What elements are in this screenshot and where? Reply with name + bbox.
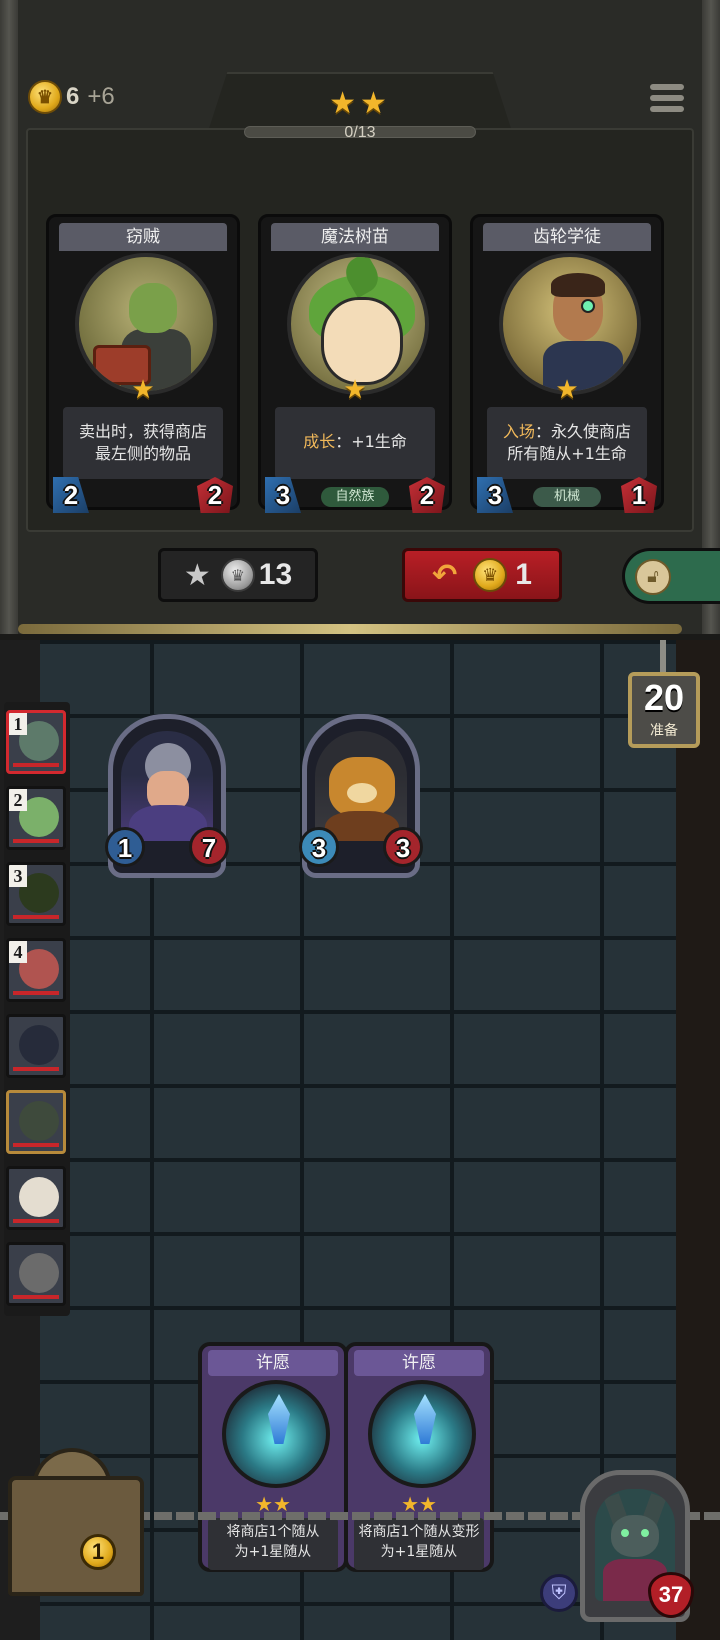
shop-card-magic-sapling[interactable]: 魔法树苗 ★ 成长：+1生命 自然族 3 2: [258, 214, 452, 513]
opponent-8[interactable]: [6, 1242, 66, 1306]
opponent-5[interactable]: [6, 1014, 66, 1078]
health-value: 3: [383, 827, 423, 867]
refresh-icon: ↶: [432, 557, 458, 593]
keyword-growth: 成长: [303, 432, 336, 451]
attack-value: 1: [105, 827, 145, 867]
shield-icon[interactable]: ⛨: [540, 1574, 578, 1612]
treasure-chest-button[interactable]: [8, 1476, 144, 1596]
attack-value: 3: [265, 477, 301, 513]
sapling-portrait: [287, 253, 429, 395]
attack-value: 3: [299, 827, 339, 867]
keyword-battlecry: 入场: [502, 422, 535, 441]
board-minion-1[interactable]: 1 7: [105, 714, 229, 878]
opponent-2[interactable]: 2: [6, 786, 66, 850]
lock-icon: 🔓︎: [635, 559, 671, 595]
opponent-3[interactable]: 3: [6, 862, 66, 926]
opponent-portrait: [19, 1025, 59, 1065]
wish-crystal-art: [368, 1380, 476, 1488]
card-description: 卖出时，获得商店 最左侧的物品: [63, 407, 223, 479]
upgrade-cost: 13: [258, 558, 293, 591]
opponent-rank: 3: [9, 865, 27, 887]
turn-timer: 20 准备: [628, 672, 700, 748]
opponent-6[interactable]: [6, 1090, 66, 1154]
opponent-portrait: [19, 1101, 59, 1141]
tavern-tier-stars: ★★: [329, 86, 391, 121]
attack-value: 2: [53, 477, 89, 513]
refresh-cost: 1: [515, 558, 532, 591]
gold-coin-icon: ♛: [473, 558, 508, 592]
menu-icon[interactable]: [650, 84, 684, 116]
upgrade-tier-button[interactable]: ★ ♛ 13: [158, 548, 318, 602]
tribe-tag: 机械: [533, 487, 601, 507]
opponent-rank: 4: [9, 941, 27, 963]
shop-card-gear-apprentice[interactable]: 齿轮学徒 ★ 入场：永久使商店 所有随从+1生命 机械 3 1: [470, 214, 664, 513]
star-upgrade-icon: ★: [183, 557, 211, 593]
star-icon: ★: [343, 375, 367, 405]
card-description: 成长：+1生命: [275, 407, 435, 479]
tribe-tag: 自然族: [321, 487, 389, 507]
hand-card-wish-1[interactable]: 许愿 ★★ 将商店1个随从 为+1星随从: [198, 1342, 348, 1572]
opponent-portrait: [19, 1177, 59, 1217]
health-value: 2: [197, 477, 233, 513]
board-minion-2[interactable]: 3 3: [299, 714, 423, 878]
gold-divider: [18, 624, 682, 634]
timer-label: 准备: [650, 723, 678, 739]
thief-portrait: [75, 253, 217, 395]
opponent-rank: 2: [9, 789, 27, 811]
card-name: 窃贼: [59, 223, 227, 251]
timer-value: 20: [643, 677, 685, 718]
opponent-1[interactable]: 1: [6, 710, 66, 774]
attack-value: 3: [477, 477, 513, 513]
health-value: 2: [409, 477, 445, 513]
gear-apprentice-portrait: [499, 253, 641, 395]
star-icon: ★: [555, 375, 579, 405]
wish-crystal-art: [222, 1380, 330, 1488]
card-name: 许愿: [208, 1350, 338, 1376]
shop-card-thief[interactable]: 窃贼 ★ 卖出时，获得商店 最左侧的物品 2 2: [46, 214, 240, 513]
health-value: 7: [189, 827, 229, 867]
freeze-shop-button[interactable]: 🔓︎: [622, 548, 720, 604]
card-description: 入场：永久使商店 所有随从+1生命: [487, 407, 647, 479]
silver-coin-icon: ♛: [220, 558, 255, 592]
card-name: 魔法树苗: [271, 223, 439, 251]
refresh-button[interactable]: ↶ ♛ 1: [402, 548, 562, 602]
goggle-icon: [581, 299, 595, 313]
chest-coin-count: 1: [80, 1534, 116, 1570]
opponent-7[interactable]: [6, 1166, 66, 1230]
opponent-rank: 1: [9, 713, 27, 735]
timer-chain: [660, 640, 666, 674]
card-name: 齿轮学徒: [483, 223, 651, 251]
hand-card-wish-2[interactable]: 许愿 ★★ 将商店1个随从变形 为+1星随从: [344, 1342, 494, 1572]
tier-progress-text: 0/13: [344, 124, 376, 141]
health-value: 1: [621, 477, 657, 513]
opponent-portrait: [19, 1253, 59, 1293]
star-icon: ★: [131, 375, 155, 405]
card-name: 许愿: [354, 1350, 484, 1376]
opponent-4[interactable]: 4: [6, 938, 66, 1002]
